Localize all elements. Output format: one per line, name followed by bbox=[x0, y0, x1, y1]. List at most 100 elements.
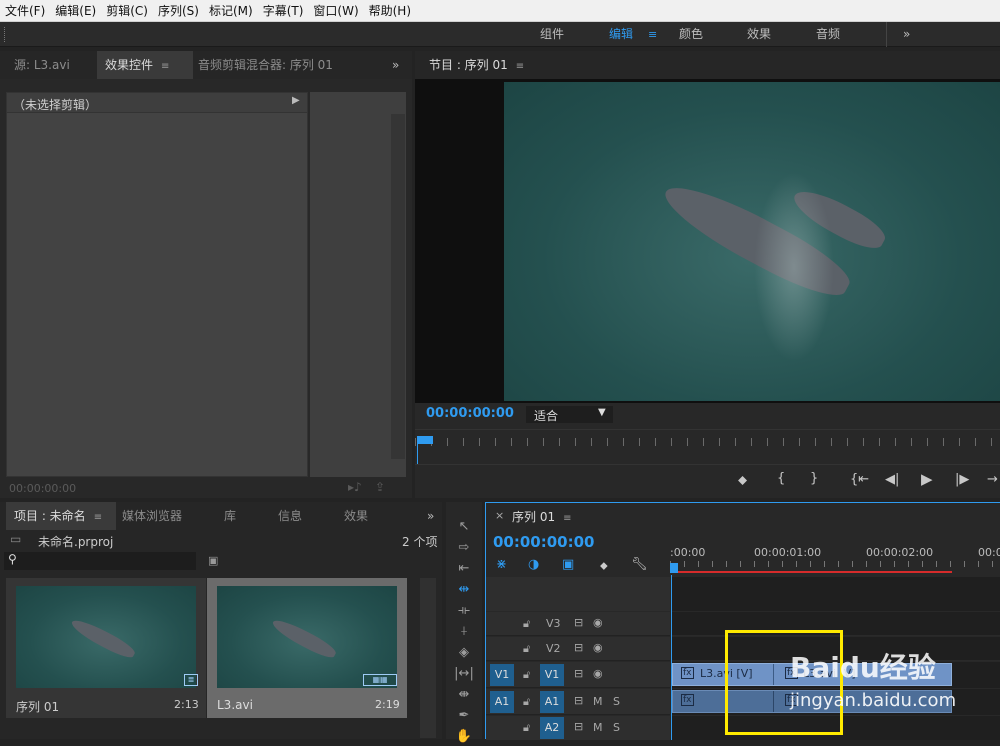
sync-lock-icon[interactable]: ⊟ bbox=[574, 694, 583, 707]
track-target-a1[interactable]: A1 bbox=[540, 691, 564, 713]
panel-overflow-button[interactable]: » bbox=[392, 51, 399, 79]
solo-button[interactable]: S bbox=[613, 695, 620, 708]
sync-lock-icon[interactable]: ⊟ bbox=[574, 641, 583, 654]
ripple-edit-tool-icon[interactable]: ⇤ bbox=[452, 560, 476, 578]
hand-tool-icon[interactable]: ✋ bbox=[452, 728, 476, 746]
linked-selection-icon[interactable]: ◑ bbox=[528, 557, 539, 572]
wrench-icon[interactable]: 🔧︎ bbox=[631, 557, 648, 572]
eye-icon[interactable]: ◉ bbox=[593, 616, 603, 629]
solo-button[interactable]: S bbox=[613, 721, 620, 734]
snap-icon[interactable]: ⋇ bbox=[496, 557, 507, 572]
menu-file[interactable]: 文件(F) bbox=[0, 0, 50, 22]
expand-arrow-icon[interactable]: ▶ bbox=[292, 95, 300, 106]
step-forward-icon[interactable]: |▶ bbox=[955, 472, 969, 487]
menu-sequence[interactable]: 序列(S) bbox=[153, 0, 204, 22]
tab-libraries[interactable]: 库 bbox=[216, 502, 269, 530]
sync-lock-icon[interactable]: ⊟ bbox=[574, 667, 583, 680]
scrollbar[interactable] bbox=[391, 114, 405, 459]
timeline-ruler[interactable]: :00:00 00:00:01:00 00:00:02:00 00:00 bbox=[670, 543, 1000, 575]
search-input[interactable]: ⚲ bbox=[4, 552, 196, 570]
tab-audio-clip-mixer[interactable]: 音频剪辑混合器: 序列 01 bbox=[190, 51, 378, 79]
playhead-icon[interactable] bbox=[670, 563, 678, 573]
source-patch-v1[interactable]: V1 bbox=[490, 664, 514, 686]
tab-info[interactable]: 信息 bbox=[270, 502, 338, 530]
lock-icon[interactable]: 🔓︎ bbox=[523, 721, 530, 735]
source-patch-a1[interactable]: A1 bbox=[490, 691, 514, 713]
add-marker-icon[interactable]: ▣ bbox=[562, 557, 574, 572]
workspace-color[interactable]: 颜色 bbox=[679, 22, 703, 47]
workspace-audio[interactable]: 音频 bbox=[816, 22, 840, 47]
project-item[interactable]: ≣ 序列 01 2:13 bbox=[6, 578, 206, 718]
track-select-tool-icon[interactable]: ⇨ bbox=[452, 539, 476, 557]
razor-tool-icon[interactable]: ⍭ bbox=[452, 623, 476, 641]
menu-edit[interactable]: 编辑(E) bbox=[50, 0, 101, 22]
menu-clip[interactable]: 剪辑(C) bbox=[101, 0, 153, 22]
menu-help[interactable]: 帮助(H) bbox=[364, 0, 416, 22]
sync-lock-icon[interactable]: ⊟ bbox=[574, 720, 583, 733]
mark-out-icon[interactable]: } bbox=[810, 471, 818, 486]
go-to-out-icon[interactable]: → bbox=[987, 472, 998, 487]
workspace-menu-icon[interactable]: ≡ bbox=[648, 22, 657, 47]
rate-stretch-tool-icon[interactable]: ⟛ bbox=[452, 602, 476, 620]
track-target-v1[interactable]: V1 bbox=[540, 664, 564, 686]
panel-menu-icon[interactable]: ≡ bbox=[161, 61, 169, 72]
tab-effect-controls[interactable]: 效果控件 ≡ bbox=[97, 51, 193, 79]
sync-lock-icon[interactable]: ⊟ bbox=[574, 616, 583, 629]
play-icon[interactable]: ▶ bbox=[921, 470, 933, 488]
slip-tool-icon[interactable]: |↔| bbox=[452, 665, 476, 683]
tab-effects[interactable]: 效果 bbox=[336, 502, 404, 530]
tab-program[interactable]: 节目 : 序列 01 ≡ bbox=[421, 51, 549, 79]
tab-source[interactable]: 源: L3.avi bbox=[6, 51, 104, 79]
track-label[interactable]: V3 bbox=[546, 617, 561, 630]
panel-menu-icon[interactable]: ≡ bbox=[516, 61, 524, 72]
project-item[interactable]: ▦▦ L3.avi 2:19 bbox=[207, 578, 407, 718]
selection-tool-icon[interactable]: ↖ bbox=[452, 518, 476, 536]
menu-bar: 文件(F) 编辑(E) 剪辑(C) 序列(S) 标记(M) 字幕(T) 窗口(W) 帮助(H) bbox=[0, 0, 1000, 22]
mute-button[interactable]: M bbox=[593, 721, 603, 734]
menu-marker[interactable]: 标记(M) bbox=[204, 0, 258, 22]
scrollbar[interactable] bbox=[420, 578, 436, 738]
project-panel: 项目 : 未命名 ≡ 媒体浏览器 库 信息 效果 » ▭ 未命名.prproj 2… bbox=[0, 502, 442, 739]
track-target-a2[interactable]: A2 bbox=[540, 717, 564, 739]
lock-icon[interactable]: 🔓︎ bbox=[523, 642, 530, 656]
fit-dropdown[interactable]: 适合 ▼ bbox=[526, 406, 613, 423]
razor-blade-icon[interactable]: ◈ bbox=[452, 644, 476, 662]
marker-icon[interactable]: ⬥ bbox=[600, 559, 608, 573]
track-label[interactable]: V2 bbox=[546, 642, 561, 655]
go-to-in-icon[interactable]: {⇤ bbox=[850, 472, 869, 487]
tab-project[interactable]: 项目 : 未命名 ≡ bbox=[6, 502, 116, 530]
playhead-icon[interactable] bbox=[417, 436, 433, 444]
menu-title[interactable]: 字幕(T) bbox=[258, 0, 309, 22]
panel-overflow-button[interactable]: » bbox=[427, 502, 434, 530]
ruler-tick-label: 00:00 bbox=[978, 546, 1000, 559]
monitor-time-ruler[interactable] bbox=[415, 429, 1000, 465]
workspace-effects[interactable]: 效果 bbox=[747, 22, 771, 47]
lock-icon[interactable]: 🔓︎ bbox=[523, 617, 530, 631]
mark-in-icon[interactable]: { bbox=[777, 471, 785, 486]
export-icon[interactable]: ⇪ bbox=[375, 480, 385, 494]
tab-sequence[interactable]: 序列 01 ≡ bbox=[512, 508, 571, 525]
program-timecode[interactable]: 00:00:00:00 bbox=[426, 406, 514, 421]
tab-media-browser[interactable]: 媒体浏览器 bbox=[114, 502, 217, 530]
pen-tool-icon[interactable]: ✒ bbox=[452, 707, 476, 725]
lock-icon[interactable]: 🔓︎ bbox=[523, 695, 530, 709]
marker-icon[interactable]: ⬥ bbox=[738, 473, 747, 488]
lock-icon[interactable]: 🔓︎ bbox=[523, 668, 530, 682]
timeline-timecode[interactable]: 00:00:00:00 bbox=[493, 533, 595, 551]
watermark-url: jingyan.baidu.com bbox=[790, 690, 957, 711]
mute-button[interactable]: M bbox=[593, 695, 603, 708]
eye-icon[interactable]: ◉ bbox=[593, 667, 603, 680]
workspace-editing[interactable]: 编辑 bbox=[609, 22, 633, 47]
panel-menu-icon[interactable]: ≡ bbox=[563, 513, 571, 524]
menu-window[interactable]: 窗口(W) bbox=[308, 0, 363, 22]
rolling-edit-tool-icon[interactable]: ⇹ bbox=[452, 581, 476, 599]
panel-menu-icon[interactable]: ≡ bbox=[94, 512, 102, 523]
workspace-assembly[interactable]: 组件 bbox=[540, 22, 564, 47]
eye-icon[interactable]: ◉ bbox=[593, 641, 603, 654]
audio-loop-icon[interactable]: ▸♪ bbox=[348, 480, 362, 494]
close-icon[interactable]: × bbox=[495, 509, 504, 522]
step-back-icon[interactable]: ◀| bbox=[885, 472, 899, 487]
workspace-overflow-button[interactable]: » bbox=[903, 22, 910, 47]
new-bin-icon[interactable]: ▣ bbox=[208, 554, 218, 567]
slide-tool-icon[interactable]: ⇼ bbox=[452, 686, 476, 704]
